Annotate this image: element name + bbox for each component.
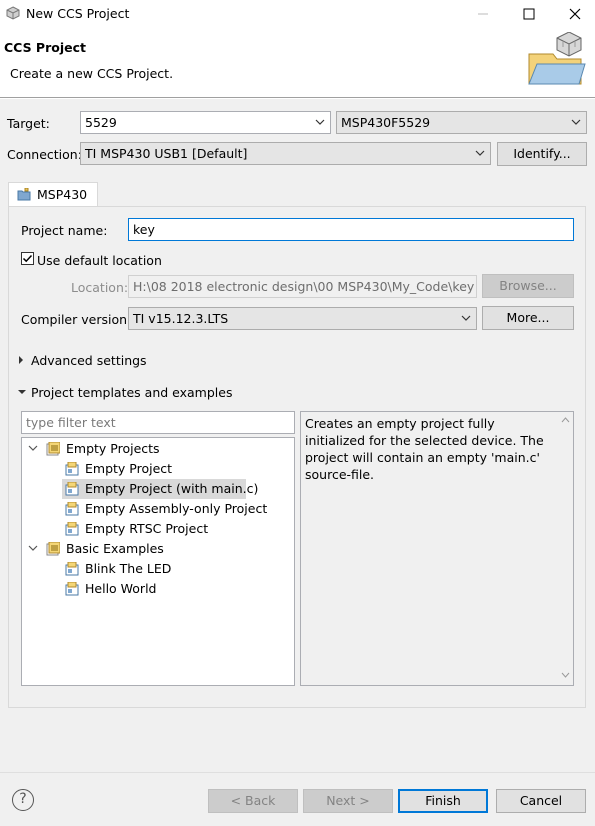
compiler-version-value: TI v15.12.3.LTS xyxy=(133,311,229,326)
finish-button[interactable]: Finish xyxy=(398,789,488,813)
connection-value: TI MSP430 USB1 [Default] xyxy=(85,146,248,161)
description-scrollbar[interactable] xyxy=(557,412,574,685)
chevron-down-icon xyxy=(28,545,38,551)
template-item-icon xyxy=(65,562,79,576)
close-window-button[interactable] xyxy=(552,0,595,28)
chevron-down-icon xyxy=(461,315,471,321)
back-button[interactable]: < Back xyxy=(208,789,298,813)
project-name-input[interactable]: key xyxy=(128,218,574,241)
chevron-down-icon xyxy=(571,119,581,125)
triangle-down-icon xyxy=(18,390,26,394)
location-label: Location: xyxy=(71,280,129,295)
template-item-icon xyxy=(65,522,79,536)
tree-item-empty-project-main-c[interactable]: Empty Project (with main.c) xyxy=(62,479,258,499)
location-input[interactable]: H:\08 2018 electronic design\00 MSP430\M… xyxy=(128,275,477,298)
wizard-header: CCS Project Create a new CCS Project. xyxy=(0,28,595,98)
template-group-icon xyxy=(46,442,60,456)
tree-item-label: Empty Project xyxy=(85,461,173,476)
template-description-text: Creates an empty project fully initializ… xyxy=(305,416,544,482)
tree-item-label: Blink The LED xyxy=(85,561,172,576)
checkmark-icon xyxy=(22,254,33,263)
folder-icon xyxy=(17,188,31,201)
minimize-icon xyxy=(478,13,488,15)
compiler-version-combo[interactable]: TI v15.12.3.LTS xyxy=(128,307,477,330)
dialog-footer: ? < Back Next > Finish Cancel xyxy=(0,773,595,826)
cancel-button[interactable]: Cancel xyxy=(496,789,586,813)
help-button[interactable]: ? xyxy=(12,789,34,811)
tree-group-label: Basic Examples xyxy=(66,541,164,556)
next-button[interactable]: Next > xyxy=(303,789,393,813)
scroll-up-icon xyxy=(561,417,570,423)
chevron-down-icon xyxy=(28,445,38,451)
template-tree[interactable]: Empty Projects Empty Project Empty Proje… xyxy=(21,437,295,686)
chevron-down-icon xyxy=(315,119,325,125)
scroll-down-icon xyxy=(561,672,570,678)
tree-group-label: Empty Projects xyxy=(66,441,160,456)
triangle-right-icon xyxy=(19,356,23,364)
page-description: Create a new CCS Project. xyxy=(10,66,174,81)
close-icon xyxy=(569,8,581,20)
browse-button[interactable]: Browse... xyxy=(482,274,574,298)
help-icon: ? xyxy=(19,791,27,807)
advanced-settings-label: Advanced settings xyxy=(31,353,147,368)
use-default-location-label: Use default location xyxy=(37,253,162,268)
template-filter-input[interactable]: type filter text xyxy=(21,411,295,434)
target-combo[interactable]: 5529 xyxy=(80,111,331,134)
compiler-version-label: Compiler version: xyxy=(21,312,132,327)
device-combo[interactable]: MSP430F5529 xyxy=(336,111,587,134)
tree-item-label: Hello World xyxy=(85,581,157,596)
minimize-button[interactable] xyxy=(460,0,506,28)
maximize-icon xyxy=(523,8,535,20)
title-bar: New CCS Project xyxy=(0,0,595,28)
template-item-icon xyxy=(65,502,79,516)
template-item-icon xyxy=(65,582,79,596)
tab-msp430[interactable]: MSP430 xyxy=(8,182,98,207)
template-item-icon xyxy=(65,462,79,476)
device-value: MSP430F5529 xyxy=(341,115,431,130)
project-name-label: Project name: xyxy=(21,223,108,238)
maximize-button[interactable] xyxy=(506,0,552,28)
identify-button[interactable]: Identify... xyxy=(497,142,587,166)
new-project-banner-icon xyxy=(528,32,586,85)
window-title: New CCS Project xyxy=(26,6,130,21)
chevron-down-icon xyxy=(475,150,485,156)
use-default-location-checkbox[interactable] xyxy=(21,252,34,265)
project-templates-label: Project templates and examples xyxy=(31,385,233,400)
target-label: Target: xyxy=(7,116,50,131)
tree-item-label: Empty Assembly-only Project xyxy=(85,501,268,516)
target-value: 5529 xyxy=(85,115,117,130)
tree-item-label: Empty Project (with main.c) xyxy=(85,481,259,496)
connection-combo[interactable]: TI MSP430 USB1 [Default] xyxy=(80,142,491,165)
template-description-box: Creates an empty project fully initializ… xyxy=(300,411,574,686)
template-item-icon xyxy=(65,482,79,496)
tree-item-label: Empty RTSC Project xyxy=(85,521,209,536)
template-group-icon xyxy=(46,542,60,556)
ccs-app-icon xyxy=(6,6,20,20)
tab-label: MSP430 xyxy=(37,187,88,202)
page-title: CCS Project xyxy=(4,40,86,55)
more-button[interactable]: More... xyxy=(482,306,574,330)
connection-label: Connection: xyxy=(7,147,82,162)
